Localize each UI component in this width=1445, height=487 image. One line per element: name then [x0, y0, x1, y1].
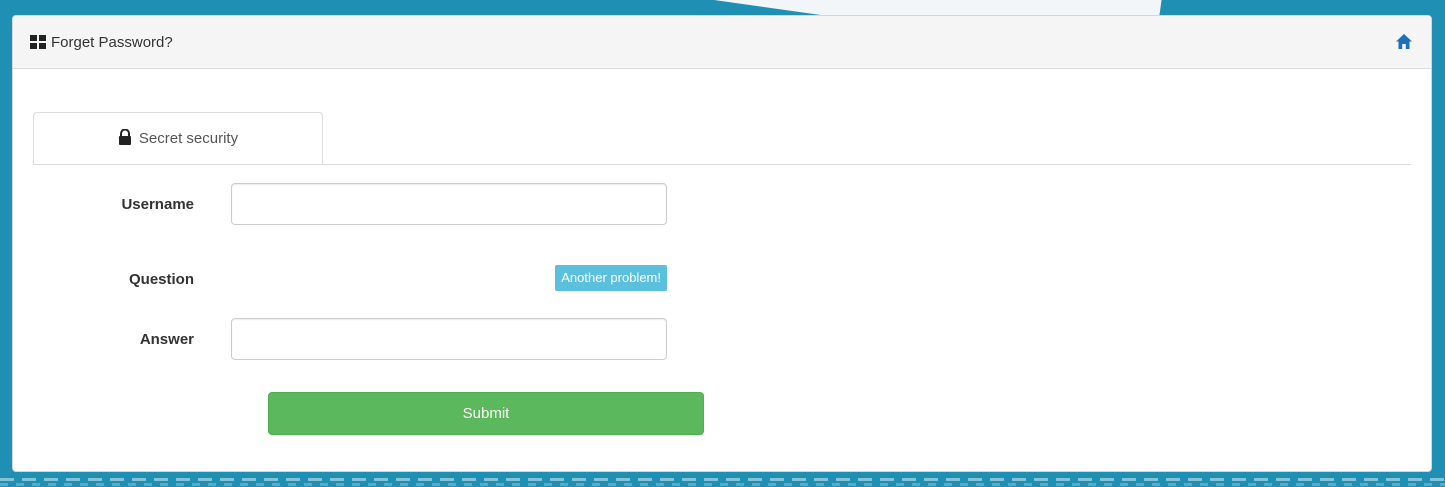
username-row: Username [33, 183, 667, 225]
question-value: Another problem! [231, 258, 667, 300]
answer-label: Answer [139, 330, 194, 348]
background-dashes [0, 478, 1445, 481]
question-row: Question Another problem! [33, 258, 667, 300]
answer-row: Answer [33, 318, 667, 360]
submit-button[interactable]: Submit [268, 392, 704, 435]
home-icon[interactable] [1395, 33, 1413, 51]
question-label: Question [128, 270, 194, 288]
lock-icon [118, 129, 131, 145]
tab-secret-security[interactable]: Secret security [33, 112, 323, 164]
panel-title: Forget Password? [51, 33, 173, 51]
background-dashes-secondary [0, 483, 1445, 486]
username-label: Username [121, 195, 194, 213]
forget-password-panel: Forget Password? Secret security Usernam… [12, 15, 1432, 472]
answer-input[interactable] [231, 318, 667, 360]
tab-bar: Secret security [33, 112, 1411, 165]
username-input[interactable] [231, 183, 667, 225]
tab-label: Secret security [138, 129, 239, 147]
another-problem-link[interactable]: Another problem! [555, 265, 667, 291]
panel-heading: Forget Password? [13, 16, 1431, 69]
grid-icon [30, 35, 46, 49]
